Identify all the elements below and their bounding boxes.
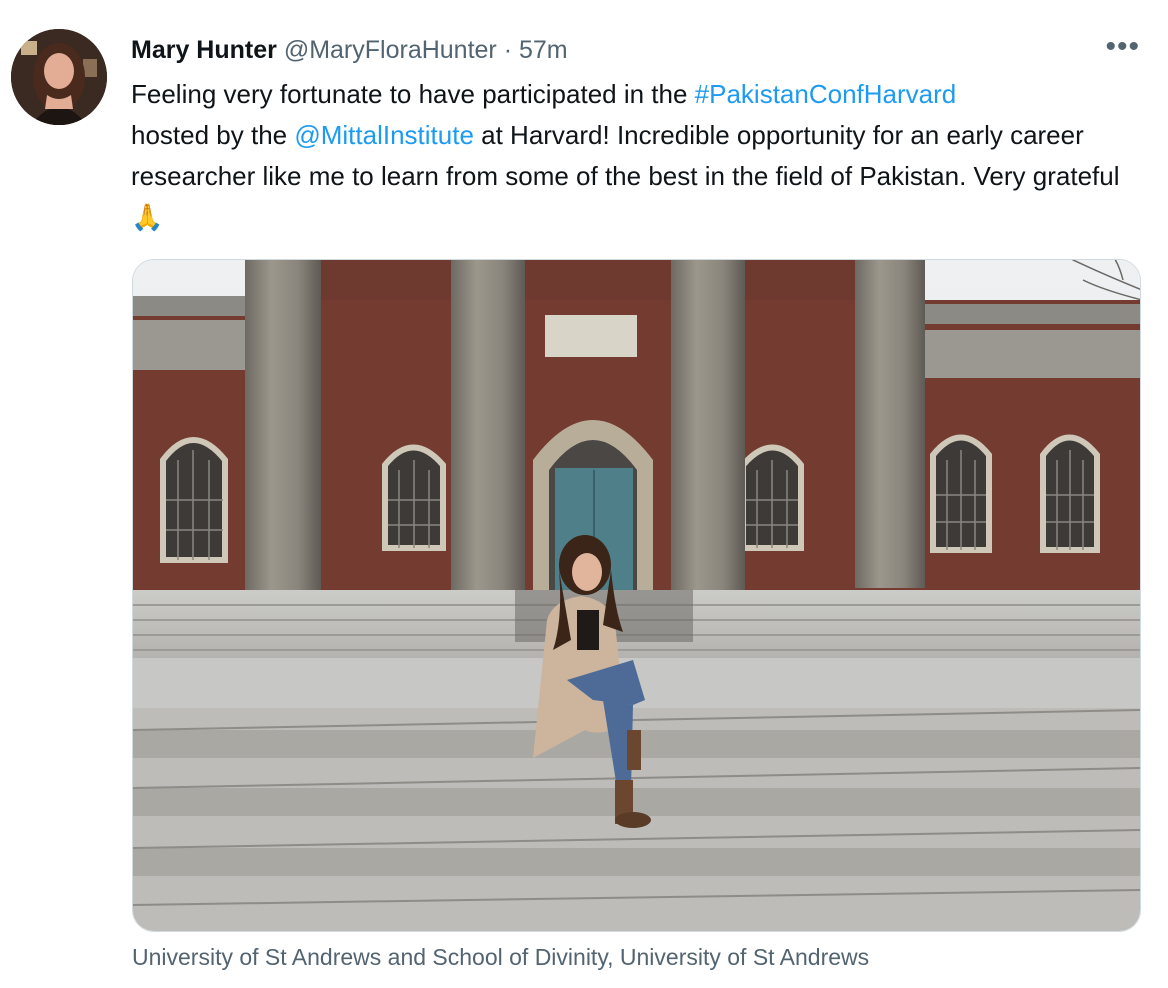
author-name[interactable]: Mary Hunter [131,36,277,64]
tweet-timestamp[interactable]: 57m [519,36,568,64]
author-avatar[interactable] [11,29,107,125]
tweet-text-part-2: hosted by the [131,120,295,150]
media-caption[interactable]: University of St Andrews and School of D… [132,941,869,973]
more-horizontal-icon[interactable]: ••• [1105,30,1140,64]
tweet-header: Mary Hunter @MaryFloraHunter · 57m [131,34,568,66]
avatar-photo [11,29,107,125]
tweet-text: Feeling very fortunate to have participa… [131,74,1141,238]
tweet-photo[interactable] [132,259,1141,932]
tweet-text-part-1: Feeling very fortunate to have participa… [131,79,695,109]
mention-link[interactable]: @MittalInstitute [294,120,474,150]
hashtag-link[interactable]: #PakistanConfHarvard [695,79,957,109]
header-separator: · [503,36,513,64]
folded-hands-emoji: 🙏 [131,202,164,232]
author-handle[interactable]: @MaryFloraHunter [284,36,497,64]
photo-building-steps [133,260,1140,931]
